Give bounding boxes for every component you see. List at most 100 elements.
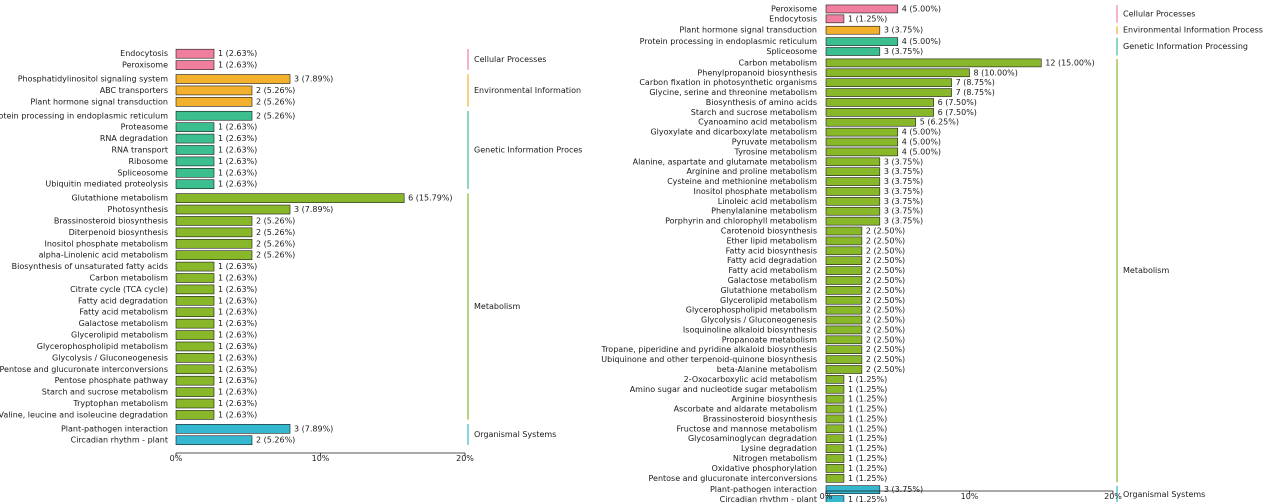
bar-value-label: 1 (1.25%) [848, 464, 887, 473]
category-label: Porphyrin and chlorophyll metabolism [665, 217, 817, 226]
category-label: Glutathione metabolism [71, 194, 168, 203]
bar-value-label: 1 (1.25%) [848, 495, 887, 502]
bar-value-label: 2 (5.26%) [256, 251, 295, 260]
bar [825, 206, 881, 216]
bar [175, 375, 215, 386]
group-label: Genetic Information Processing [1123, 42, 1248, 51]
bar [175, 74, 291, 84]
bar [825, 325, 863, 335]
bar [825, 424, 845, 434]
category-label: Ribosome [128, 157, 168, 166]
bar-value-label: 1 (1.25%) [848, 444, 887, 453]
category-label: ABC transporters [100, 86, 168, 95]
category-label: Fatty acid metabolism [728, 266, 817, 275]
bar [175, 341, 215, 352]
bar-value-label: 1 (2.63%) [218, 388, 257, 397]
bar [175, 330, 215, 340]
category-label: Nitrogen metabolism [733, 454, 817, 463]
x-tick-label: 20% [456, 454, 474, 463]
bar [175, 296, 215, 306]
category-label: Fatty acid degradation [727, 256, 817, 265]
bar [825, 25, 881, 35]
bar [175, 424, 291, 434]
bar-value-label: 2 (2.50%) [866, 266, 905, 275]
bar [825, 226, 863, 236]
bar-value-label: 6 (7.50%) [938, 98, 977, 107]
bar-value-label: 1 (2.63%) [218, 157, 257, 166]
group-label: Genetic Information Processir [474, 145, 593, 154]
bar [825, 236, 863, 246]
bar [825, 375, 845, 384]
category-label: Arginine and proline metabolism [686, 167, 817, 176]
category-label: Valine, leucine and isoleucine degradati… [0, 410, 168, 419]
bar [825, 157, 881, 167]
bar-value-label: 2 (2.50%) [866, 296, 905, 305]
bar-value-label: 2 (2.50%) [866, 325, 905, 334]
category-label: Peroxisome [771, 4, 817, 13]
bar [175, 261, 215, 272]
group-label: Metabolism [1123, 266, 1169, 275]
group-label: Metabolism [474, 302, 520, 311]
bar-value-label: 1 (1.25%) [848, 454, 887, 463]
category-label: Glycolysis / Gluconeogenesis [52, 353, 168, 362]
bar-value-label: 1 (2.63%) [218, 319, 257, 328]
category-label: Photosynthesis [108, 205, 168, 214]
bar-value-label: 8 (10.00%) [974, 68, 1018, 77]
bar [825, 485, 881, 494]
bar-value-label: 3 (3.75%) [884, 47, 923, 56]
bar-value-label: 2 (5.26%) [256, 97, 295, 106]
bar [825, 355, 863, 364]
bar [825, 137, 899, 147]
bar [825, 295, 863, 305]
category-label: Glycerolipid metabolism [720, 296, 817, 305]
bar-value-label: 12 (15.00%) [1045, 58, 1094, 67]
bar [825, 256, 863, 265]
bar-value-label: 3 (3.75%) [884, 157, 923, 166]
category-label: Carotenoid biosynthesis [721, 227, 817, 236]
x-tick-label: 0% [170, 454, 183, 463]
category-label: Glycerolipid metabolism [71, 331, 168, 340]
bar [175, 156, 215, 167]
category-label: Amino sugar and nucleotide sugar metabol… [630, 385, 818, 394]
bar [175, 250, 253, 260]
category-label: Spliceosome [766, 47, 817, 56]
category-label: Fatty acid degradation [78, 296, 168, 305]
category-label: Propanoate metabolism [722, 335, 817, 344]
bar-value-label: 4 (5.00%) [902, 4, 941, 13]
bar [175, 168, 215, 178]
category-label: Carbon fixation in photosynthetic organi… [639, 78, 817, 87]
bar-value-label: 1 (2.63%) [218, 285, 257, 294]
bar [825, 384, 845, 394]
bar [175, 60, 215, 70]
bar [825, 14, 845, 24]
bar [825, 117, 916, 127]
category-label: Phenylalanine metabolism [711, 207, 817, 216]
bar [825, 345, 863, 355]
bar [175, 435, 253, 446]
bar-value-label: 2 (5.26%) [256, 436, 295, 445]
bar-value-label: 1 (1.25%) [848, 395, 887, 404]
bar [175, 410, 215, 420]
category-label: Phosphatidylinositol signaling system [18, 75, 168, 84]
bar [825, 246, 863, 256]
bar [825, 404, 845, 414]
bar-value-label: 1 (2.63%) [218, 49, 257, 58]
category-label: Ubiquitin mediated proteolysis [45, 180, 168, 189]
bar [825, 197, 881, 206]
bar-value-label: 1 (2.63%) [218, 273, 257, 282]
bar [825, 315, 863, 325]
category-label: Inositol phosphate metabolism [44, 239, 168, 248]
bar-value-label: 2 (5.26%) [256, 111, 295, 120]
category-label: Carbon metabolism [90, 273, 169, 282]
bar [175, 318, 215, 329]
bar-value-label: 3 (3.75%) [884, 485, 923, 494]
category-label: Phenylpropanoid biosynthesis [697, 68, 817, 77]
bar [825, 434, 845, 444]
bar-value-label: 2 (2.50%) [866, 286, 905, 295]
bar [825, 305, 863, 315]
bar-value-label: 2 (5.26%) [256, 86, 295, 95]
category-label: Protein processing in endoplasmic reticu… [640, 37, 818, 46]
bar [825, 68, 970, 78]
category-label: Plant-pathogen interaction [61, 424, 168, 433]
bar-value-label: 2 (2.50%) [866, 256, 905, 265]
